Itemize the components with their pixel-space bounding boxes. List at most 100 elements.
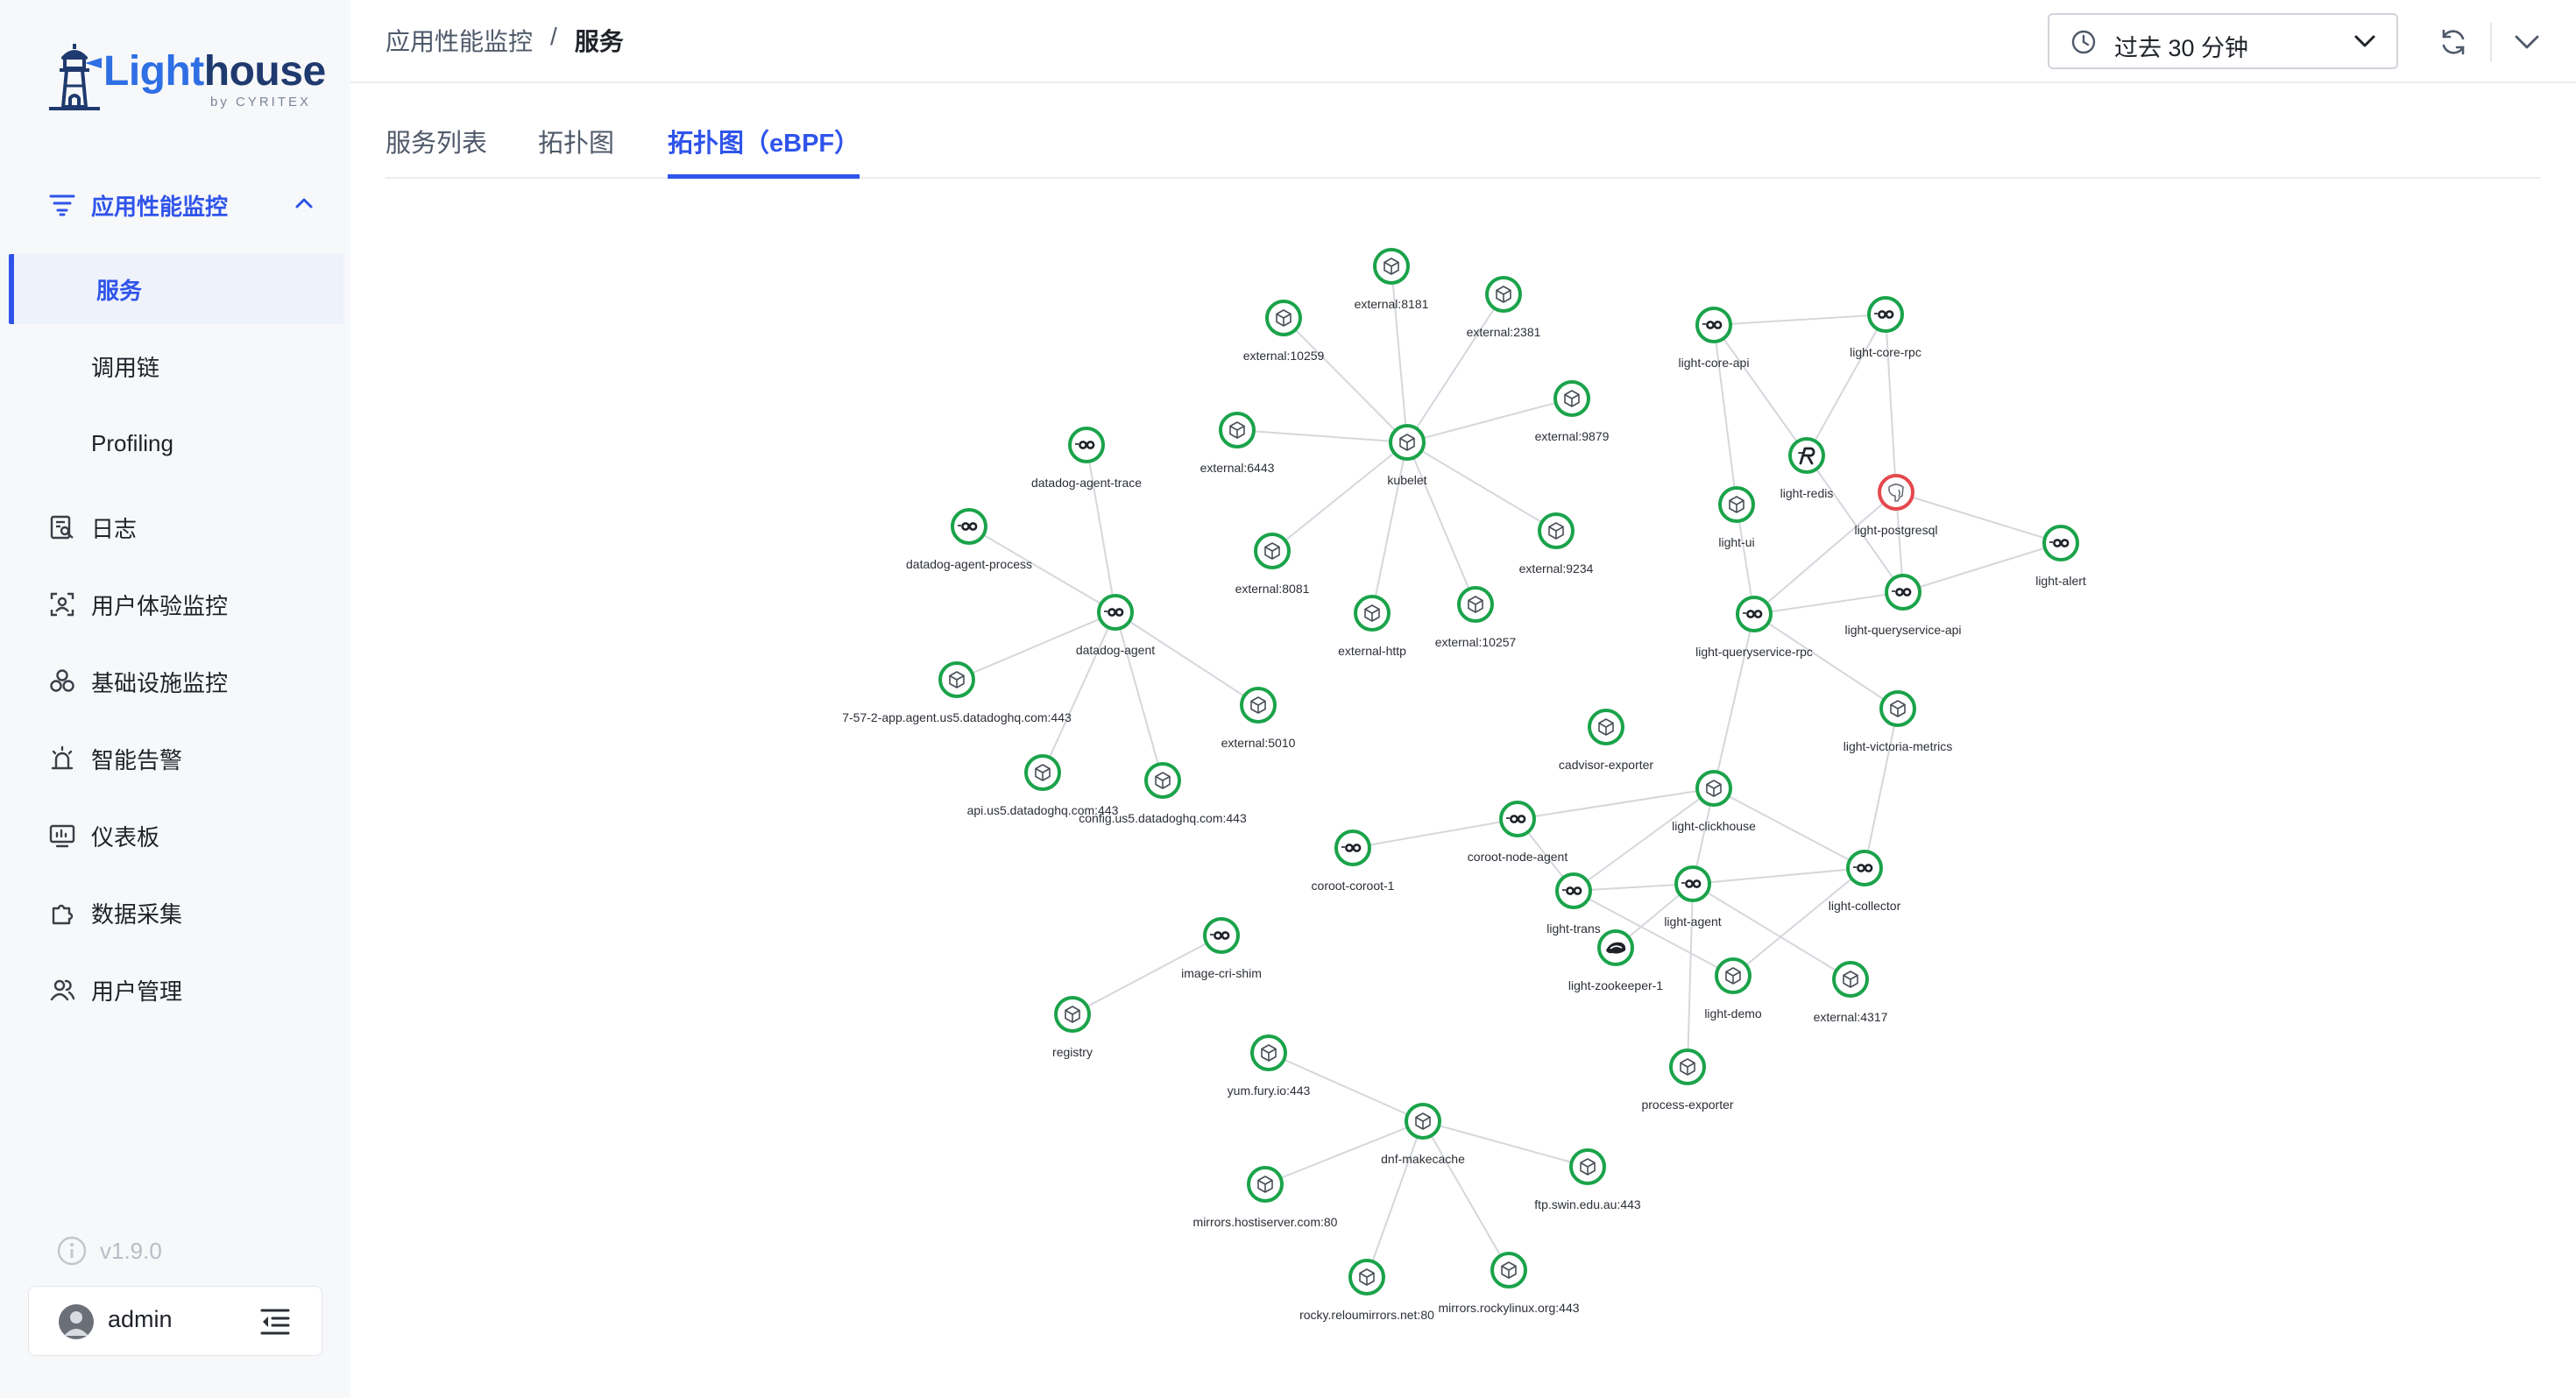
- topology-node[interactable]: cadvisor-exporter: [1559, 709, 1653, 772]
- topology-node-label: light-redis: [1780, 486, 1834, 500]
- topology-edge: [1271, 441, 1408, 552]
- topology-node-label: external:10257: [1435, 635, 1517, 649]
- nav-item-users[interactable]: 用户管理: [0, 955, 350, 1025]
- topology-node[interactable]: mirrors.hostiserver.com:80: [1193, 1166, 1338, 1229]
- chevron-up-icon[interactable]: [294, 197, 314, 214]
- topology-node[interactable]: dnf-makecache: [1381, 1103, 1465, 1166]
- app-version-text: v1.9.0: [100, 1237, 162, 1264]
- topology-node[interactable]: kubelet: [1387, 424, 1427, 487]
- lighthouse-logo[interactable]: Lighthouse by CYRITEX: [44, 40, 326, 119]
- topology-node[interactable]: config.us5.datadoghq.com:443: [1079, 762, 1247, 825]
- topology-node-label: config.us5.datadoghq.com:443: [1079, 811, 1247, 825]
- topology-node[interactable]: external:5010: [1221, 687, 1296, 750]
- app-version: v1.9.0: [56, 1233, 162, 1268]
- nav-item-logs-label: 日志: [91, 515, 138, 542]
- topology-node[interactable]: external:8081: [1235, 533, 1310, 596]
- nav-item-services[interactable]: 服务: [9, 254, 343, 324]
- nav-item-rum-label: 用户体验监控: [91, 592, 229, 619]
- topology-node[interactable]: datadog-agent-process: [906, 508, 1032, 571]
- user-menu[interactable]: admin: [28, 1286, 322, 1356]
- topology-node[interactable]: external:4317: [1814, 961, 1888, 1024]
- nav-group-apm[interactable]: 应用性能监控: [0, 170, 350, 240]
- topology-node[interactable]: external:10257: [1435, 586, 1517, 649]
- topology-node[interactable]: light-core-api: [1679, 307, 1750, 370]
- topology-node[interactable]: light-trans: [1546, 872, 1601, 936]
- topology-node[interactable]: external:2381: [1467, 276, 1541, 339]
- topology-node[interactable]: external:9879: [1535, 380, 1610, 443]
- topology-edge: [1406, 441, 1476, 605]
- topology-edge: [1713, 314, 1886, 326]
- topology-edge: [1687, 883, 1694, 1068]
- nav-item-logs[interactable]: 日志: [0, 492, 350, 562]
- topology-node[interactable]: external:10259: [1243, 300, 1325, 363]
- nav-item-dashboard[interactable]: 仪表板: [0, 801, 350, 871]
- breadcrumb-parent[interactable]: 应用性能监控: [386, 23, 533, 58]
- topology-node[interactable]: external:8181: [1355, 248, 1429, 311]
- tab-topology-ebpf[interactable]: 拓扑图（eBPF）: [668, 123, 860, 179]
- nav-item-infra[interactable]: 基础设施监控: [0, 646, 350, 717]
- topology-node[interactable]: light-core-rpc: [1850, 296, 1921, 359]
- nav-item-collection[interactable]: 数据采集: [0, 878, 350, 948]
- nav-item-alerts[interactable]: 智能告警: [0, 724, 350, 794]
- topology-node-label: light-ui: [1718, 535, 1754, 549]
- topology-node[interactable]: light-zookeeper-1: [1568, 929, 1663, 992]
- nav-group-apm-label: 应用性能监控: [91, 193, 229, 220]
- refresh-icon[interactable]: [2438, 26, 2469, 58]
- chevron-down-icon: [2354, 35, 2375, 47]
- topology-node[interactable]: datadog-agent-trace: [1031, 427, 1142, 490]
- topology-canvas[interactable]: kubelet external:8181 external:2381 externa…: [350, 180, 2576, 1398]
- tab-service-list[interactable]: 服务列表: [386, 123, 487, 179]
- breadcrumb-separator: /: [550, 23, 557, 50]
- topology-node[interactable]: light-redis: [1780, 437, 1834, 500]
- nav-item-profiling[interactable]: Profiling: [0, 408, 350, 478]
- topology-edge: [1713, 613, 1755, 789]
- nav-item-dashboard-label: 仪表板: [91, 823, 160, 851]
- topology-node[interactable]: 7-57-2-app.agent.us5.datadoghq.com:443: [842, 661, 1072, 724]
- topology-graph[interactable]: kubelet external:8181 external:2381 externa…: [350, 180, 2576, 1398]
- topology-node[interactable]: mirrors.rockylinux.org:443: [1438, 1252, 1580, 1315]
- topology-node[interactable]: light-agent: [1664, 865, 1722, 928]
- topology-node[interactable]: ftp.swin.edu.au:443: [1534, 1148, 1641, 1211]
- nav-item-services-label: 服务: [96, 277, 143, 304]
- topology-node[interactable]: datadog-agent: [1076, 594, 1155, 657]
- topology-edge: [1692, 867, 1865, 885]
- topology-node[interactable]: external:6443: [1200, 412, 1275, 475]
- topology-edge: [1236, 429, 1408, 443]
- topology-node[interactable]: light-collector: [1829, 850, 1901, 913]
- topology-node[interactable]: external-http: [1338, 595, 1406, 658]
- time-range-value: 过去 30 分钟: [2114, 35, 2249, 61]
- topology-node[interactable]: light-demo: [1704, 957, 1762, 1020]
- topology-node[interactable]: light-clickhouse: [1672, 770, 1756, 833]
- topology-node[interactable]: registry: [1052, 996, 1093, 1059]
- topology-node[interactable]: light-queryservice-api: [1844, 574, 1962, 637]
- topology-node-label: external:10259: [1243, 349, 1325, 363]
- topology-edge: [1732, 867, 1865, 977]
- topology-node[interactable]: light-queryservice-rpc: [1695, 596, 1813, 659]
- topology-edge: [1371, 441, 1408, 614]
- time-range-picker[interactable]: 过去 30 分钟: [2048, 13, 2398, 69]
- topology-edge: [1422, 1120, 1510, 1271]
- tab-topology[interactable]: 拓扑图: [538, 123, 614, 179]
- collapse-sidebar-icon[interactable]: [258, 1306, 294, 1338]
- topology-node[interactable]: light-alert: [2035, 525, 2086, 588]
- nav-item-rum[interactable]: 用户体验监控: [0, 569, 350, 639]
- topology-node-label: light-queryservice-rpc: [1695, 645, 1813, 659]
- topology-node[interactable]: light-victoria-metrics: [1844, 690, 1952, 753]
- alarm-light-icon: [47, 744, 77, 773]
- topology-node[interactable]: rocky.reloumirrors.net:80: [1299, 1259, 1434, 1322]
- topology-node[interactable]: process-exporter: [1641, 1048, 1734, 1112]
- topology-node-label: datadog-agent-process: [906, 557, 1032, 571]
- topology-node[interactable]: light-postgresql: [1855, 474, 1938, 537]
- nav-item-traces[interactable]: 调用链: [0, 331, 350, 401]
- header-dropdown-chevron-icon[interactable]: [2511, 28, 2543, 56]
- topology-node[interactable]: light-ui: [1718, 486, 1755, 549]
- topology-node[interactable]: coroot-node-agent: [1468, 801, 1568, 864]
- topology-node[interactable]: api.us5.datadoghq.com:443: [967, 754, 1119, 817]
- topology-node[interactable]: coroot-coroot-1: [1312, 830, 1395, 893]
- topology-edge: [1366, 1120, 1424, 1278]
- topology-node-label: external:9234: [1519, 561, 1594, 575]
- avatar[interactable]: [59, 1304, 94, 1339]
- sidebar: Lighthouse by CYRITEX 应用性能监控 服务 调用链 Prof…: [0, 0, 350, 1398]
- topology-node[interactable]: yum.fury.io:443: [1228, 1034, 1311, 1098]
- topology-node[interactable]: external:9234: [1519, 512, 1594, 575]
